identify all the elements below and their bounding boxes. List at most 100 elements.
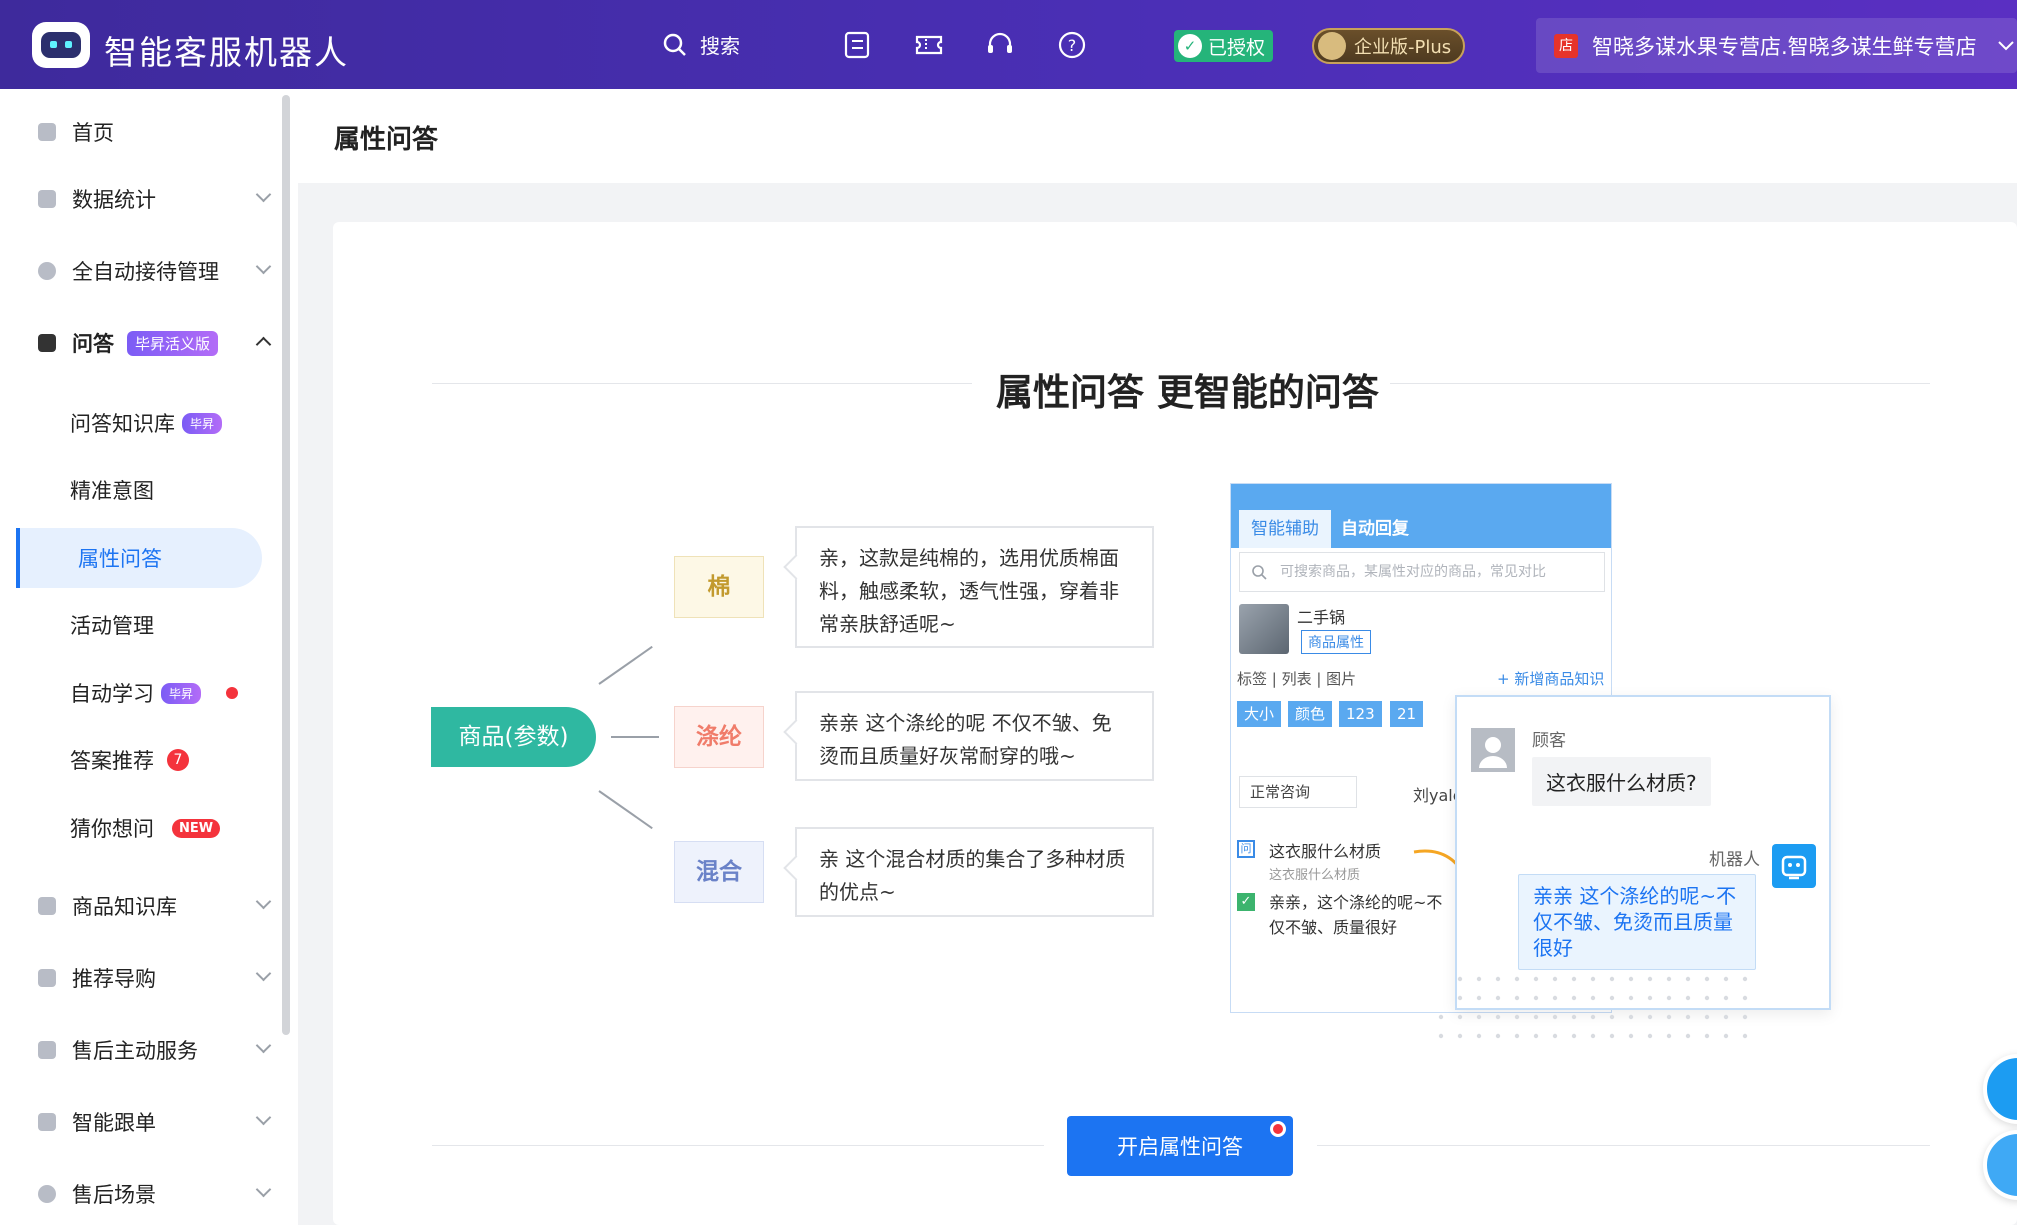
new-badge: NEW [172, 818, 221, 838]
decor-dot [1704, 976, 1710, 982]
decor-dot [1457, 1014, 1463, 1020]
sidebar-item-label: 推荐导购 [72, 967, 156, 991]
product-thumbnail [1239, 604, 1289, 654]
sidebar-item-label: 问答 [72, 332, 114, 356]
sidebar-item-aftersale-service[interactable]: 售后主动服务 [0, 1020, 288, 1080]
sidebar-item-home[interactable]: 首页 [0, 102, 288, 162]
search-label: 搜索 [700, 34, 740, 58]
bisheng-tag: 毕昇 [182, 412, 223, 434]
plan-badge: 企业版-Plus [1312, 28, 1466, 64]
decor-dot [1628, 1033, 1634, 1039]
decor-dot [1647, 1014, 1653, 1020]
decor-dot [1514, 976, 1520, 982]
bot-message: 亲亲 这个涤纶的呢~不仅不皱、免烫而且质量很好 [1518, 874, 1756, 970]
mock-answer: 亲亲，这个涤纶的呢~不仅不皱、质量很好 [1269, 893, 1443, 937]
sidebar-sub-item-auto-learn[interactable]: 自动学习 毕昇 [16, 663, 262, 723]
chevron-up-icon [255, 336, 272, 353]
check-icon: ✓ [1237, 893, 1255, 911]
chevron-down-icon [255, 965, 272, 982]
chart-icon [38, 190, 56, 208]
attr-mixed: 混合 [674, 841, 764, 903]
decor-dot [1609, 1033, 1615, 1039]
decor-dot [1495, 976, 1501, 982]
sidebar-item-label: 全自动接待管理 [72, 260, 219, 284]
decor-dot [1552, 995, 1558, 1001]
sidebar-sub-item-attribute-qa[interactable]: 属性问答 [16, 528, 262, 588]
decor-dot [1590, 976, 1596, 982]
sidebar-sub-item-qa-knowledge[interactable]: 问答知识库 毕昇 [16, 393, 262, 453]
decor-dot [1514, 995, 1520, 1001]
decor-dot [1552, 1033, 1558, 1039]
sidebar-item-auto-reception[interactable]: 全自动接待管理 [0, 241, 288, 301]
mock-filters: 标签 | 列表 | 图片 [1237, 670, 1357, 688]
decor-dot [1552, 1014, 1558, 1020]
sidebar-item-recommend-guide[interactable]: 推荐导购 [0, 948, 288, 1008]
search-button[interactable]: 搜索 [662, 30, 740, 59]
customer-message: 这衣服什么材质? [1532, 757, 1711, 806]
decor-dot [1514, 1033, 1520, 1039]
decor-dot [1742, 1033, 1748, 1039]
help-icon[interactable]: ? [1057, 30, 1087, 60]
decor-dot [1704, 1014, 1710, 1020]
decor-dot [1647, 995, 1653, 1001]
decor-dot [1495, 1014, 1501, 1020]
decor-dot [1609, 1014, 1615, 1020]
decor-dot [1723, 976, 1729, 982]
decor-dot [1685, 1014, 1691, 1020]
sidebar-item-smart-followup[interactable]: 智能跟单 [0, 1092, 288, 1152]
decor-dot [1647, 1033, 1653, 1039]
sidebar-sub-item-precise-intent[interactable]: 精准意图 [16, 460, 262, 520]
decor-dot [1457, 995, 1463, 1001]
sidebar-sub-item-activity[interactable]: 活动管理 [16, 595, 262, 655]
store-selector[interactable]: 店 智晓多谋水果专营店.智晓多谋生鲜专营店 [1536, 18, 2017, 73]
decor-dot [1438, 1033, 1444, 1039]
decor-dot [1666, 1033, 1672, 1039]
decor-dot [1590, 1033, 1596, 1039]
customer-label: 顾客 [1532, 731, 1566, 751]
decor-dot [1590, 1014, 1596, 1020]
divider [1317, 1145, 1930, 1146]
decor-dot [1457, 976, 1463, 982]
arrow-right [611, 736, 659, 738]
headset-icon[interactable] [985, 30, 1015, 60]
sidebar-item-qa[interactable]: 问答 毕昇活义版 [0, 313, 288, 373]
sidebar-item-label: 售后主动服务 [72, 1039, 198, 1063]
sidebar-item-label: 商品知识库 [72, 895, 177, 919]
shield-check-icon: ✓ [1178, 34, 1202, 58]
sidebar-item-label: 首页 [72, 121, 114, 145]
mock-chip: 21 [1390, 701, 1424, 727]
top-header: 智能客服机器人 搜索 ? ✓ 已授权 企业版-Plus 店 智晓多谋水果专营店.… [0, 0, 2017, 89]
sidebar-sub-item-guess-ask[interactable]: 猜你想问 NEW [16, 798, 262, 858]
ticket-icon[interactable] [914, 30, 944, 60]
decor-dot [1495, 995, 1501, 1001]
decor-dot [1628, 1014, 1634, 1020]
app-title: 智能客服机器人 [104, 33, 349, 72]
chevron-down-icon [255, 186, 272, 203]
smile-icon [38, 262, 56, 280]
chevron-down-icon [255, 893, 272, 910]
bisheng-tag: 毕昇 [161, 682, 202, 704]
decor-dot [1571, 995, 1577, 1001]
notification-dot [226, 687, 238, 699]
enable-attribute-qa-button[interactable]: 开启属性问答 [1067, 1116, 1293, 1176]
checklist-icon[interactable] [842, 30, 872, 60]
decor-dot [1666, 1014, 1672, 1020]
decor-dot [1685, 1033, 1691, 1039]
attr-polyester: 涤纶 [674, 706, 764, 768]
crown-icon [1318, 32, 1346, 60]
answer-mixed: 亲 这个混合材质的集合了多种材质的优点~ [795, 827, 1154, 917]
decor-dot [1723, 1014, 1729, 1020]
sidebar-item-product-knowledge[interactable]: 商品知识库 [0, 876, 288, 936]
customer-avatar [1471, 728, 1515, 772]
guide-icon [38, 969, 56, 987]
sidebar-item-aftersale-scene[interactable]: 售后场景 [0, 1164, 288, 1224]
hero-title: 属性问答 更智能的问答 [996, 371, 1379, 414]
sidebar-item-label: 智能跟单 [72, 1111, 156, 1135]
mock-search-input: 可搜索商品，某属性对应的商品，常见对比 [1239, 552, 1605, 592]
divider [1390, 383, 1930, 384]
sidebar-item-data-stats[interactable]: 数据统计 [0, 169, 288, 229]
sub-item-label: 自动学习 [70, 682, 154, 706]
decor-dot [1476, 1033, 1482, 1039]
sidebar-sub-item-answer-recommend[interactable]: 答案推荐 7 [16, 730, 262, 790]
svg-text:?: ? [1068, 36, 1077, 55]
